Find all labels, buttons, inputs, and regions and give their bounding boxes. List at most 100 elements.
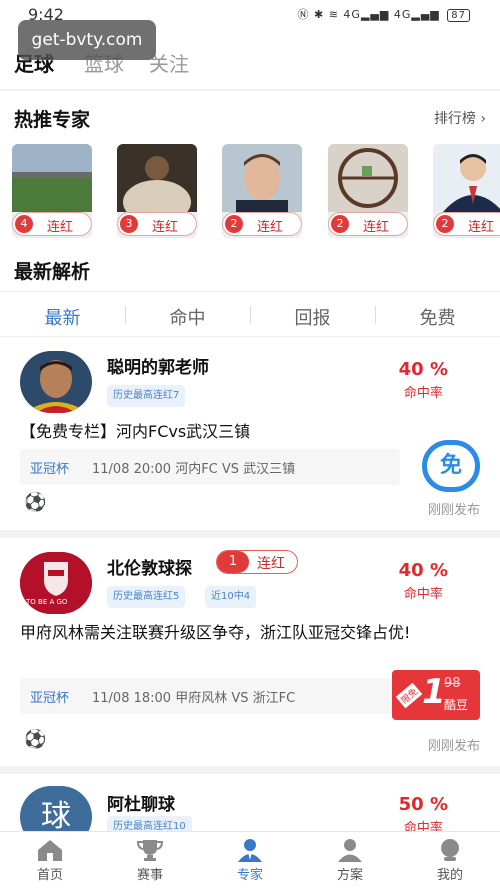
price-tag: 限免 (395, 682, 423, 709)
streak-count: 2 (436, 215, 454, 233)
expert-card[interactable]: 3 连红 (117, 144, 197, 238)
nav-profile[interactable]: 我的 (400, 838, 500, 883)
hit-rate-value: 40 % (398, 560, 448, 581)
nav-label: 首页 (36, 868, 63, 883)
streak-label: 连红 (152, 220, 179, 235)
hit-rate-value: 40 % (398, 359, 448, 380)
streak-badge: 2 连红 (328, 212, 408, 236)
nav-events[interactable]: 赛事 (100, 838, 200, 883)
nav-label: 专家 (236, 868, 263, 883)
latest-analysis-section: 最新解析 最新 命中 回报 免费 (0, 245, 500, 337)
streak-count: 1 (217, 551, 249, 573)
filter-bar: 最新 命中 回报 免费 (0, 291, 500, 337)
profile-icon (441, 839, 459, 861)
author-name[interactable]: 聪明的郭老师 (107, 353, 209, 378)
expert-card[interactable]: 2 连红 (222, 144, 302, 238)
author-name[interactable]: 北伦敦球探 (107, 554, 192, 579)
nav-label: 赛事 (136, 868, 163, 883)
record-tag: 历史最高连红10 (107, 816, 192, 831)
ranking-link-label: 排行榜 (433, 111, 476, 127)
posted-time: 刚刚发布 (427, 503, 480, 518)
streak-badge: 3 连红 (117, 212, 197, 236)
streak-label: 连红 (47, 220, 74, 235)
expert-card[interactable]: 4 连红 (12, 144, 92, 238)
soccer-ball-icon: ⚽ (24, 729, 47, 750)
chevron-right-icon: › (480, 111, 486, 127)
filter-free[interactable]: 免费 (375, 304, 500, 330)
expert-card[interactable]: 2 连红 (433, 144, 500, 238)
avatar: 球 (20, 786, 92, 831)
home-icon (38, 840, 62, 861)
avatar: TO BE A GO (20, 552, 92, 614)
nav-label: 我的 (436, 868, 463, 883)
league-label: 亚冠杯 (30, 462, 70, 477)
expert-card[interactable]: 2 连红 (328, 144, 408, 238)
hit-rate-label: 命中率 (403, 821, 443, 831)
soccer-ball-icon: ⚽ (24, 492, 47, 513)
trophy-icon (136, 840, 164, 861)
ranking-link[interactable]: 排行榜 › (434, 108, 486, 128)
watermark: get-bvty.com (18, 20, 156, 60)
streak-badge: 2 连红 (433, 212, 500, 236)
vibrate-icon: ✱ (313, 8, 325, 21)
record-tag: 历史最高连红7 (107, 385, 186, 407)
streak-count: 2 (225, 215, 243, 233)
streak-label: 连红 (468, 220, 495, 235)
nav-experts[interactable]: 专家 (200, 838, 300, 883)
price-unit: 酷豆 (444, 698, 469, 712)
signal-bars-icon: ▂▄▆ (360, 8, 390, 21)
signal-4g-icon: 4G (343, 8, 361, 21)
streak-count: 4 (15, 215, 33, 233)
post-title[interactable]: 甲府风林需关注联赛升级区争夺，浙江队亚冠交锋占优! (20, 620, 482, 646)
streak-badge: 1 连红 (216, 550, 298, 574)
filter-latest[interactable]: 最新 (0, 304, 125, 330)
analysis-post[interactable]: 球 阿杜聊球 历史最高连红10 50 % 命中率 (0, 774, 500, 831)
hit-rate-label: 命中率 (403, 587, 443, 602)
streak-count: 3 (120, 215, 138, 233)
battery-icon: 87 (447, 9, 470, 22)
price-old: 98 (444, 676, 461, 691)
avatar-caption: TO BE A GO (26, 598, 68, 606)
latest-analysis-title: 最新解析 (14, 261, 91, 283)
match-info: 11/08 20:00 河内FC VS 武汉三镇 (92, 462, 296, 477)
avatar (20, 351, 92, 413)
streak-label: 连红 (257, 556, 285, 572)
post-title[interactable]: 【免费专栏】河内FCvs武汉三镇 (20, 419, 482, 445)
hit-rate-label: 命中率 (403, 386, 443, 401)
analysis-post[interactable]: 聪明的郭老师 历史最高连红7 40 % 命中率 【免费专栏】河内FCvs武汉三镇… (0, 337, 500, 530)
match-info: 11/08 18:00 甲府风林 VS 浙江FC (92, 691, 296, 706)
match-row[interactable]: 亚冠杯 11/08 20:00 河内FC VS 武汉三镇 (20, 449, 400, 485)
bottom-nav: 首页 赛事 专家 方案 我的 (0, 831, 500, 889)
record-tag: 历史最高连红5 (107, 586, 186, 608)
expert-photo (433, 144, 500, 212)
posted-time: 刚刚发布 (427, 739, 480, 754)
streak-label: 连红 (257, 220, 284, 235)
signal-4g-icon-2: 4G (393, 8, 412, 21)
hot-experts-title: 热推专家 (14, 109, 91, 131)
expert-photo (328, 144, 408, 212)
match-row[interactable]: 亚冠杯 11/08 18:00 甲府风林 VS 浙江FC (20, 678, 392, 714)
analysis-post[interactable]: TO BE A GO 北伦敦球探 1 连红 历史最高连红5 近10中4 40 %… (0, 538, 500, 766)
status-icons: Ⓝ ✱ ≋ 4G▂▄▆ 4G▂▄▆ 87 (297, 6, 470, 22)
streak-count: 2 (331, 215, 349, 233)
filter-hit[interactable]: 命中 (125, 304, 250, 330)
nav-plans[interactable]: 方案 (300, 838, 400, 883)
plan-icon (338, 839, 362, 862)
nav-label: 方案 (336, 868, 363, 883)
recent-tag: 近10中4 (205, 586, 257, 608)
price-now: 1 (422, 672, 446, 712)
filter-return[interactable]: 回报 (250, 304, 375, 330)
expert-photo (12, 144, 92, 212)
streak-label: 连红 (363, 220, 390, 235)
hit-rate: 50 % 命中率 (399, 794, 448, 831)
hit-rate-value: 50 % (398, 794, 448, 815)
wifi-icon: ≋ (328, 8, 339, 21)
price-button[interactable]: 限免 1 98 酷豆 (392, 670, 480, 720)
free-icon: 免 (422, 440, 480, 492)
nfc-icon: Ⓝ (297, 8, 310, 21)
author-name[interactable]: 阿杜聊球 (107, 790, 175, 815)
nav-home[interactable]: 首页 (0, 838, 100, 883)
streak-badge: 2 连红 (222, 212, 302, 236)
hot-experts-section: 热推专家 排行榜 › 4 连红 3 连红 2 连红 2 连红 2 连红 (0, 91, 500, 245)
expert-photo (222, 144, 302, 212)
